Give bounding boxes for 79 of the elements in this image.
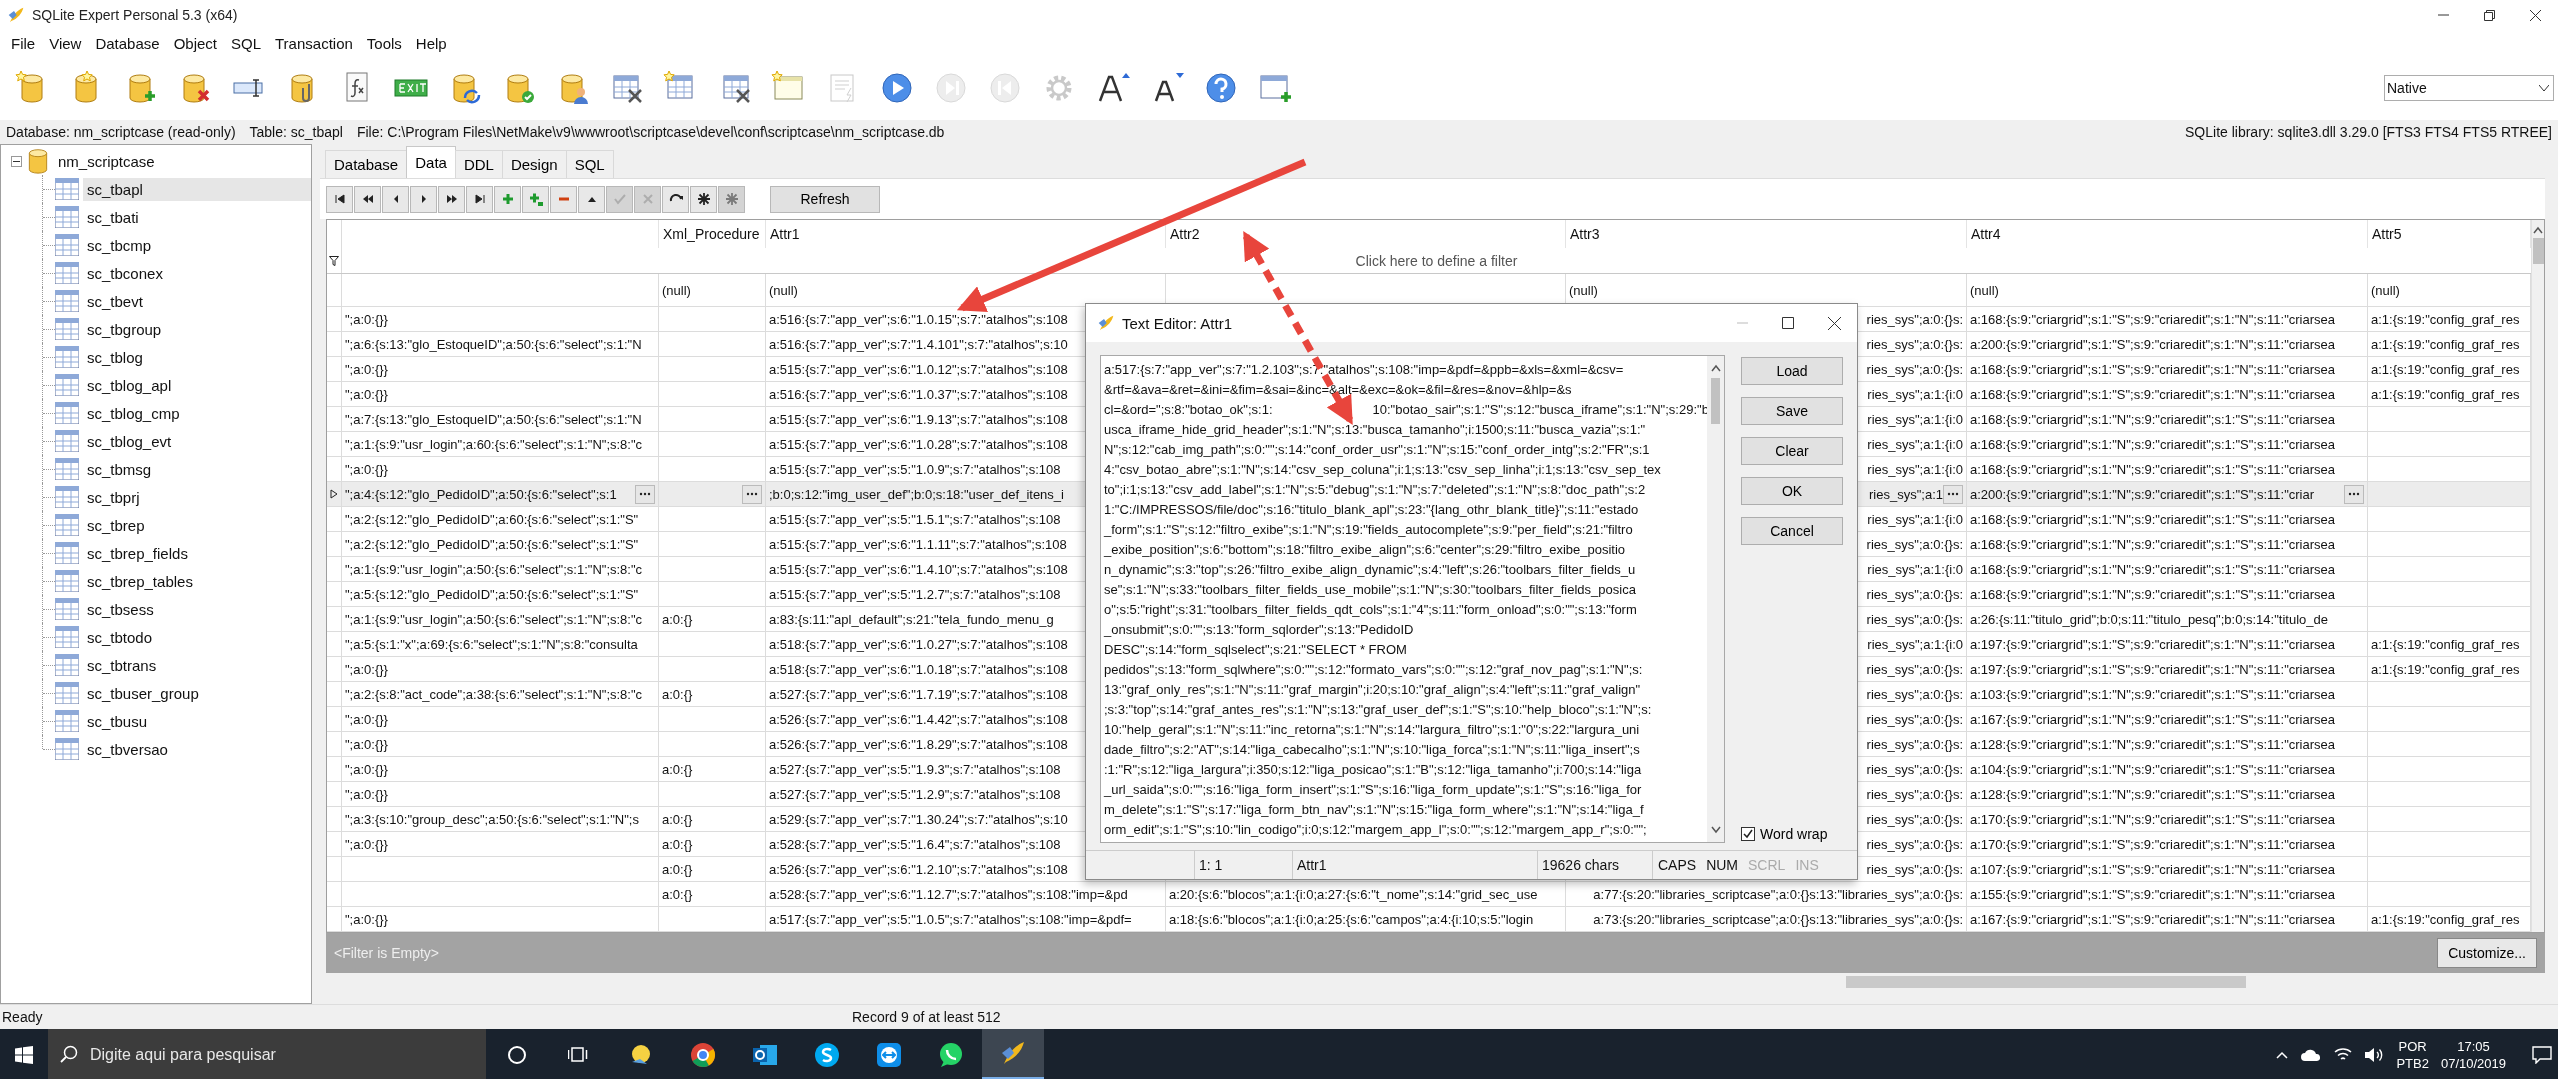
table-cell: ";a:0:{}} bbox=[342, 707, 659, 731]
table-cell: ";a:1:{s:9:"usr_login";a:50:{s:6:"select";s:1:"N";s:8:"c bbox=[342, 557, 659, 581]
table-cell: a:26:{s:11:"titulo_grid";b:0;s:11:"titulo_pesq";b:0;s:14:"titulo_de bbox=[1967, 607, 2368, 631]
table-cell: ";a:0:{}} bbox=[342, 357, 659, 381]
table-cell: a:168:{s:9:"criargrid";s:1:"N";s:9:"criaredit";s:1:"S";s:11:"criarsea bbox=[1967, 457, 2368, 481]
table-cell: a:197:{s:9:"criargrid";s:1:"S";s:9:"criaredit";s:1:"N";s:11:"criarsea bbox=[1967, 657, 2368, 681]
table-cell: a:0:{} bbox=[659, 607, 766, 631]
table-cell: ";a:6:{s:13:"glo_EstoqueID";a:50:{s:6:"select";s:1:"N bbox=[342, 332, 659, 356]
cursor-position: 1: 1 bbox=[1195, 851, 1293, 879]
table-cell: a:168:{s:9:"criargrid";s:1:"S";s:9:"criaredit";s:1:"N";s:11:"criarsea bbox=[1967, 357, 2368, 381]
table-cell: ";a:5:{s:12:"glo_PedidoID";a:50:{s:6:"select";s:1:"S" bbox=[342, 582, 659, 606]
table-cell: ";a:0:{}} bbox=[342, 782, 659, 806]
table-cell: a:168:{s:9:"criargrid";s:1:"N";s:9:"criaredit";s:1:"S";s:11:"criarsea bbox=[1967, 557, 2368, 581]
table-cell: a:0:{} bbox=[659, 882, 766, 906]
table-cell: ";a:2:{s:12:"glo_PedidoID";a:50:{s:6:"select";s:1:"S" bbox=[342, 532, 659, 556]
table-cell: a:77:{s:20:"libraries_scriptcase";a:0:{}s:13:"libraries_sys";a:0:{}s: bbox=[1566, 882, 1967, 906]
table-cell: ";a:0:{}} bbox=[342, 382, 659, 406]
table-cell: a:18:{s:6:"blocos";a:1:{i:0;a:25:{s:6:"campos";a:4:{i:10;s:5:"login bbox=[1166, 907, 1566, 931]
table-cell: a:128:{s:9:"criargrid";s:1:"N";s:9:"criaredit";s:1:"S";s:11:"criarsea bbox=[1967, 732, 2368, 756]
table-cell: ";a:0:{}} bbox=[342, 457, 659, 481]
table-cell: ";a:5:{s:1:"x";a:69:{s:6:"select";s:1:"N";s:8:"consulta bbox=[342, 632, 659, 656]
table-cell: a:107:{s:9:"criargrid";s:1:"S";s:9:"criaredit";s:1:"N";s:11:"criarsea bbox=[1967, 857, 2368, 881]
table-cell: ";a:1:{s:9:"usr_login";a:60:{s:6:"select";s:1:"N";s:8:"c bbox=[342, 432, 659, 456]
table-cell: ";a:0:{}} bbox=[342, 657, 659, 681]
column-name: Attr1 bbox=[1293, 851, 1538, 879]
status-text: Ready bbox=[1, 1009, 44, 1025]
record-position: Record 9 of at least 512 bbox=[852, 1009, 1001, 1025]
key-indicator: INS bbox=[1794, 857, 1820, 873]
table-cell: ";a:7:{s:13:"glo_EstoqueID";a:50:{s:6:"select";s:1:"N bbox=[342, 407, 659, 431]
table-label: Table: sc_tbapl bbox=[249, 124, 343, 140]
database-label: Database: nm_scriptcase (read-only) bbox=[6, 124, 236, 140]
table-cell: a:168:{s:9:"criargrid";s:1:"N";s:9:"criaredit";s:1:"S";s:11:"criarsea bbox=[1967, 532, 2368, 556]
table-cell: a:104:{s:9:"criargrid";s:1:"N";s:9:"criaredit";s:1:"S";s:11:"criarsea bbox=[1967, 757, 2368, 781]
key-indicator: CAPS bbox=[1657, 857, 1698, 873]
table-cell: a:167:{s:9:"criargrid";s:1:"N";s:9:"criaredit";s:1:"S";s:11:"criarsea bbox=[1967, 707, 2368, 731]
file-path-label: File: C:\Program Files\NetMake\v9\wwwroot\scriptcase\devel\conf\scriptcase\nm_scriptcase.db bbox=[356, 124, 945, 140]
table-cell: a:103:{s:9:"criargrid";s:1:"N";s:9:"criaredit";s:1:"S";s:11:"criarsea bbox=[1967, 682, 2368, 706]
table-cell: ";a:0:{}} bbox=[342, 832, 659, 856]
library-label: SQLite library: sqlite3.dll 3.29.0 [FTS3 FTS4 FTS5 RTREE] bbox=[2185, 124, 2552, 140]
table-cell: ";a:4:{s:12:"glo_PedidoID";a:50:{s:6:"select";s:1 bbox=[345, 486, 617, 502]
table-cell: (null) bbox=[659, 274, 766, 306]
character-count: 19626 chars bbox=[1538, 851, 1653, 879]
table-cell: a:168:{s:9:"criargrid";s:1:"S";s:9:"criaredit";s:1:"N";s:11:"criarsea bbox=[1967, 382, 2368, 406]
table-cell: a:73:{s:20:"libraries_scriptcase";a:0:{}s:13:"libraries_sys";a:0:{}s: bbox=[1566, 907, 1967, 931]
table-cell: a:528:{s:7:"app_ver";s:6:"1.12.7";s:7:"atalhos";s:108:"imp=&pd bbox=[766, 882, 1166, 906]
table-cell: ";a:1:{s:9:"usr_login";a:50:{s:6:"select";s:1:"N";s:8:"c bbox=[342, 607, 659, 631]
table-cell: a:168:{s:9:"criargrid";s:1:"N";s:9:"criaredit";s:1:"S";s:11:"criarsea bbox=[1967, 407, 2368, 431]
table-cell: a:0:{} bbox=[659, 807, 766, 831]
table-cell: a:197:{s:9:"criargrid";s:1:"S";s:9:"criaredit";s:1:"N";s:11:"criarsea bbox=[1967, 632, 2368, 656]
table-cell: ries_sys";a:1 bbox=[1869, 486, 1943, 502]
table-cell: a:170:{s:9:"criargrid";s:1:"S";s:9:"criaredit";s:1:"N";s:11:"criarsea bbox=[1967, 832, 2368, 856]
table-cell: a:167:{s:9:"criargrid";s:1:"S";s:9:"criaredit";s:1:"N";s:11:"criarsea bbox=[1967, 907, 2368, 931]
table-cell: ";a:3:{s:10:"group_desc";a:50:{s:6:"select";s:1:"N";s bbox=[342, 807, 659, 831]
table-cell: a:0:{} bbox=[659, 832, 766, 856]
table-cell: a:20:{s:6:"blocos";a:1:{i:0;a:27:{s:6:"t_nome";s:14:"grid_sec_use bbox=[1166, 882, 1566, 906]
table-cell: a:0:{} bbox=[659, 757, 766, 781]
table-cell: a:0:{} bbox=[659, 857, 766, 881]
filter-status: <Filter is Empty> bbox=[334, 945, 440, 961]
table-cell: ";a:0:{}} bbox=[342, 757, 659, 781]
table-cell: ";a:0:{}} bbox=[342, 907, 659, 931]
table-cell: a:0:{} bbox=[659, 682, 766, 706]
window-title: SQLite Expert Personal 5.3 (x64) bbox=[32, 7, 238, 23]
table-cell: a:168:{s:9:"criargrid";s:1:"N";s:9:"criaredit";s:1:"S";s:11:"criarsea bbox=[1967, 432, 2368, 456]
table-cell: a:517:{s:7:"app_ver";s:5:"1.0.5";s:7:"atalhos";s:108:"imp=&pdf= bbox=[766, 907, 1166, 931]
table-cell: ";a:0:{}} bbox=[342, 307, 659, 331]
key-indicator: NUM bbox=[1705, 857, 1739, 873]
table-cell: a:155:{s:9:"criargrid";s:1:"S";s:9:"criaredit";s:1:"N";s:11:"criarsea bbox=[1967, 882, 2368, 906]
table-cell: ";a:2:{s:12:"glo_PedidoID";a:60:{s:6:"select";s:1:"S" bbox=[342, 507, 659, 531]
table-cell: a:168:{s:9:"criargrid";s:1:"N";s:9:"criaredit";s:1:"S";s:11:"criarsea bbox=[1967, 507, 2368, 531]
table-cell: ";a:0:{}} bbox=[342, 732, 659, 756]
table-cell: (null) bbox=[1967, 274, 2368, 306]
table-cell: a:200:{s:9:"criargrid";s:1:"S";s:9:"criaredit";s:1:"N";s:11:"criarsea bbox=[1967, 332, 2368, 356]
table-cell: ";a:2:{s:8:"act_code";a:38:{s:6:"select";s:1:"N";s:8:"c bbox=[342, 682, 659, 706]
table-cell: a:170:{s:9:"criargrid";s:1:"N";s:9:"criaredit";s:1:"S";s:11:"criarsea bbox=[1967, 807, 2368, 831]
table-cell: a:168:{s:9:"criargrid";s:1:"N";s:9:"criaredit";s:1:"S";s:11:"criarsea bbox=[1967, 582, 2368, 606]
table-cell: a:168:{s:9:"criargrid";s:1:"S";s:9:"criaredit";s:1:"N";s:11:"criarsea bbox=[1967, 307, 2368, 331]
table-cell: a:200:{s:9:"criargrid";s:1:"N";s:9:"criaredit";s:1:"S";s:11:"criar bbox=[1970, 486, 2315, 502]
table-cell: a:128:{s:9:"criargrid";s:1:"N";s:9:"criaredit";s:1:"S";s:11:"criarsea bbox=[1967, 782, 2368, 806]
key-indicator: SCRL bbox=[1747, 857, 1787, 873]
